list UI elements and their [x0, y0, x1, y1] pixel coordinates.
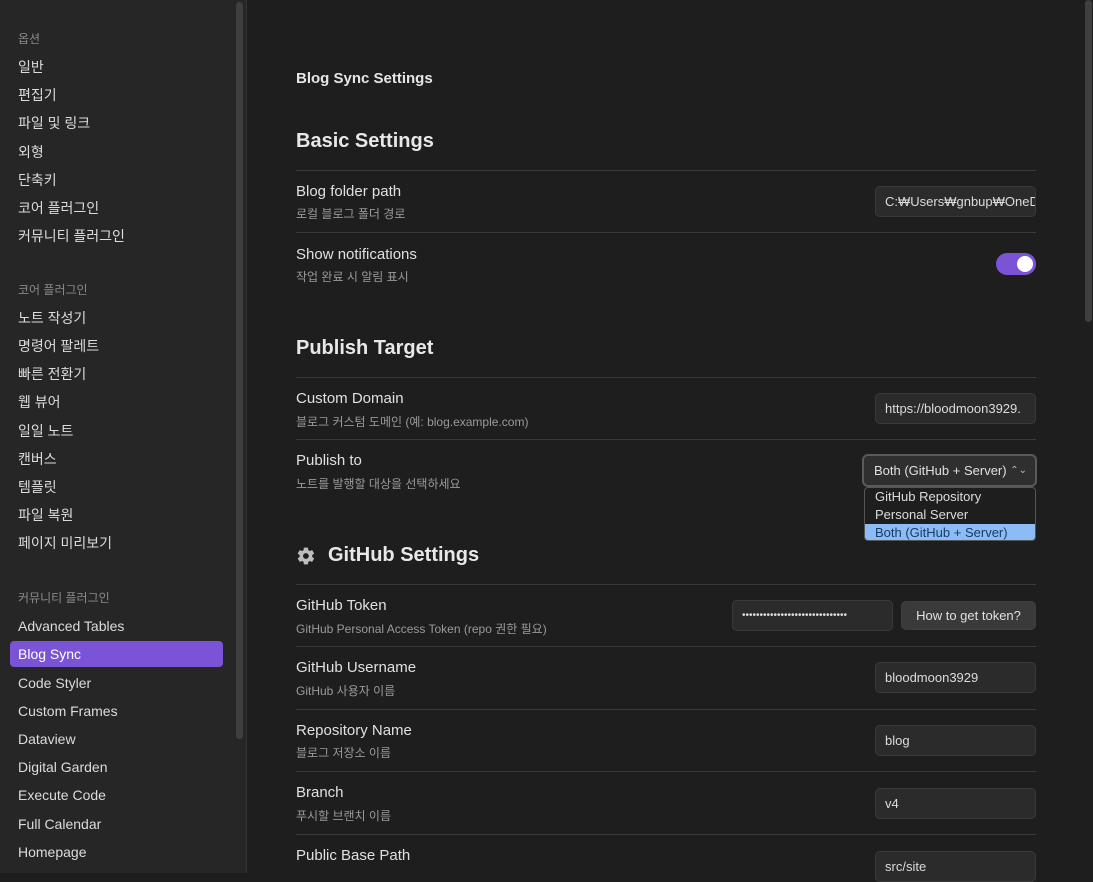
- option-github-repository[interactable]: GitHub Repository: [865, 488, 1035, 506]
- divider: [296, 377, 1036, 378]
- setting-desc-domain: 블로그 커스텀 도메인 (예: blog.example.com): [296, 415, 529, 429]
- sidebar-item-quick-switcher[interactable]: 빠른 전환기: [10, 361, 223, 387]
- setting-name-folder: Blog folder path: [296, 183, 402, 200]
- sidebar-item-files-links[interactable]: 파일 및 링크: [10, 110, 223, 136]
- setting-name-username: GitHub Username: [296, 659, 417, 676]
- sidebar-item-templates[interactable]: 템플릿: [10, 474, 223, 500]
- sidebar-item-digital-garden[interactable]: Digital Garden: [10, 754, 223, 780]
- sidebar-item-file-recovery[interactable]: 파일 복원: [10, 502, 223, 528]
- sidebar-item-dataview[interactable]: Dataview: [10, 726, 223, 752]
- setting-name-token: GitHub Token: [296, 597, 387, 614]
- setting-desc-username: GitHub 사용자 이름: [296, 684, 396, 698]
- sidebar-item-community-plugins[interactable]: 커뮤니티 플러그인: [10, 223, 223, 249]
- section-heading-publish: Publish Target: [296, 337, 433, 360]
- setting-desc-folder: 로컬 블로그 폴더 경로: [296, 207, 406, 221]
- section-heading-basic: Basic Settings: [296, 130, 434, 153]
- option-personal-server[interactable]: Personal Server: [865, 506, 1035, 524]
- divider: [296, 646, 1036, 647]
- setting-desc-branch: 푸시할 브랜치 이름: [296, 809, 391, 823]
- group-core-label: 코어 플러그인: [18, 283, 88, 297]
- sidebar-item-page-preview[interactable]: 페이지 미리보기: [10, 530, 223, 556]
- sidebar-item-note-composer[interactable]: 노트 작성기: [10, 305, 223, 331]
- setting-name-domain: Custom Domain: [296, 390, 404, 407]
- setting-name-publish-to: Publish to: [296, 452, 362, 469]
- publish-to-selected: Both (GitHub + Server): [874, 463, 1007, 478]
- branch-input[interactable]: v4: [875, 788, 1036, 819]
- section-heading-basic-text: Basic Settings: [296, 130, 434, 152]
- sidebar-item-general[interactable]: 일반: [10, 54, 223, 80]
- sidebar-item-appearance[interactable]: 외형: [10, 139, 223, 165]
- sidebar-item-hotkeys[interactable]: 단축키: [10, 167, 223, 193]
- sidebar-item-editor[interactable]: 편집기: [10, 82, 223, 108]
- plugin-title: Blog Sync Settings: [296, 70, 433, 87]
- sidebar-item-full-calendar[interactable]: Full Calendar: [10, 811, 223, 837]
- setting-desc-notifications: 작업 완료 시 알림 표시: [296, 270, 409, 284]
- sidebar-item-blog-sync[interactable]: Blog Sync: [10, 641, 223, 667]
- github-username-input[interactable]: bloodmoon3929: [875, 662, 1036, 693]
- section-heading-github: GitHub Settings: [296, 544, 479, 567]
- setting-desc-repo: 블로그 저장소 이름: [296, 746, 391, 760]
- github-token-input[interactable]: ••••••••••••••••••••••••••••••: [732, 600, 893, 631]
- sidebar-scrollbar[interactable]: [236, 2, 243, 739]
- sidebar-item-homepage[interactable]: Homepage: [10, 839, 223, 865]
- section-heading-github-text: GitHub Settings: [328, 544, 480, 566]
- chevron-updown-icon: ⌃⌄: [1010, 465, 1027, 476]
- sidebar-item-code-styler[interactable]: Code Styler: [10, 670, 223, 696]
- sidebar-item-command-palette[interactable]: 명령어 팔레트: [10, 333, 223, 359]
- blog-folder-input[interactable]: C:₩Users₩gnbup₩OneD: [875, 186, 1036, 217]
- setting-name-notifications: Show notifications: [296, 246, 417, 263]
- sidebar-item-daily-notes[interactable]: 일일 노트: [10, 418, 223, 444]
- divider: [296, 584, 1036, 585]
- sidebar-item-custom-frames[interactable]: Custom Frames: [10, 698, 223, 724]
- gear-icon: [297, 547, 315, 564]
- divider: [296, 439, 1036, 440]
- sidebar-item-canvas[interactable]: 캔버스: [10, 446, 223, 472]
- sidebar-item-advanced-tables[interactable]: Advanced Tables: [10, 613, 223, 639]
- group-options-label: 옵션: [18, 32, 41, 46]
- group-community-label: 커뮤니티 플러그인: [18, 591, 110, 605]
- setting-desc-publish-to: 노트를 발행할 대상을 선택하세요: [296, 477, 461, 491]
- setting-name-repo: Repository Name: [296, 722, 412, 739]
- main-scrollbar[interactable]: [1085, 0, 1092, 322]
- sidebar-item-core-plugins[interactable]: 코어 플러그인: [10, 195, 223, 221]
- custom-domain-input[interactable]: https://bloodmoon3929.: [875, 393, 1036, 424]
- divider: [296, 709, 1036, 710]
- sidebar-item-web-viewer[interactable]: 웹 뷰어: [10, 389, 223, 415]
- setting-desc-token: GitHub Personal Access Token (repo 권한 필요…: [296, 622, 547, 636]
- setting-name-branch: Branch: [296, 784, 344, 801]
- divider: [296, 232, 1036, 233]
- divider: [296, 170, 1036, 171]
- option-both[interactable]: Both (GitHub + Server): [865, 524, 1035, 540]
- repository-name-input[interactable]: blog: [875, 725, 1036, 756]
- divider: [296, 771, 1036, 772]
- how-to-get-token-button[interactable]: How to get token?: [901, 601, 1036, 630]
- publish-to-select[interactable]: Both (GitHub + Server) ⌃⌄: [862, 454, 1037, 487]
- sidebar-item-execute-code[interactable]: Execute Code: [10, 782, 223, 808]
- toggle-knob: [1017, 256, 1033, 272]
- public-base-path-input[interactable]: src/site: [875, 851, 1036, 882]
- section-heading-publish-text: Publish Target: [296, 337, 434, 359]
- publish-to-dropdown: GitHub Repository Personal Server Both (…: [864, 487, 1036, 541]
- setting-name-base-path: Public Base Path: [296, 847, 411, 864]
- divider: [296, 834, 1036, 835]
- settings-sidebar: 옵션 일반 편집기 파일 및 링크 외형 단축키 코어 플러그인 커뮤니티 플러…: [0, 0, 247, 873]
- notifications-toggle[interactable]: [996, 253, 1036, 275]
